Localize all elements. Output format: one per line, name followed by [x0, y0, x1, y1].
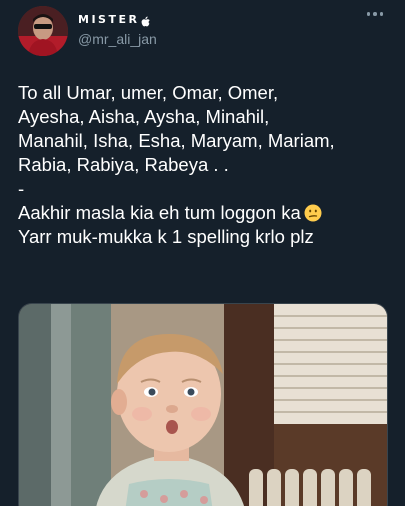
- tweet-line: To all Umar, umer, Omar, Omer,: [18, 82, 279, 103]
- tweet-line: Aakhir masla kia eh tum loggon ka: [18, 202, 301, 223]
- tweet-line: Manahil, Isha, Esha, Maryam, Mariam,: [18, 130, 335, 151]
- author-name-row[interactable]: MISTER: [78, 13, 151, 27]
- display-name[interactable]: MISTER: [78, 13, 139, 26]
- apple-logo-icon: [141, 14, 151, 27]
- tweet-line: Ayesha, Aisha, Aysha, Minahil,: [18, 106, 270, 127]
- tweet-line-separator: -: [18, 178, 25, 199]
- tweet-card: MISTER @mr_ali_jan To all Umar, umer, Om…: [0, 0, 405, 506]
- dot: [373, 12, 377, 16]
- tweet-line-with-emoji: Aakhir masla kia eh tum loggon ka: [18, 201, 398, 225]
- confused-face-emoji: [304, 204, 322, 222]
- tweet-text: To all Umar, umer, Omar, Omer, Ayesha, A…: [18, 81, 398, 249]
- author-handle[interactable]: @mr_ali_jan: [78, 31, 157, 47]
- tweet-media-image[interactable]: [18, 303, 388, 506]
- dot: [379, 12, 383, 16]
- avatar[interactable]: [18, 6, 68, 56]
- dot: [366, 12, 370, 16]
- tweet-line: Rabia, Rabiya, Rabeya . .: [18, 154, 229, 175]
- more-horizontal-icon[interactable]: [363, 8, 388, 20]
- tweet-line: Yarr muk-mukka k 1 spelling krlo plz: [18, 226, 314, 247]
